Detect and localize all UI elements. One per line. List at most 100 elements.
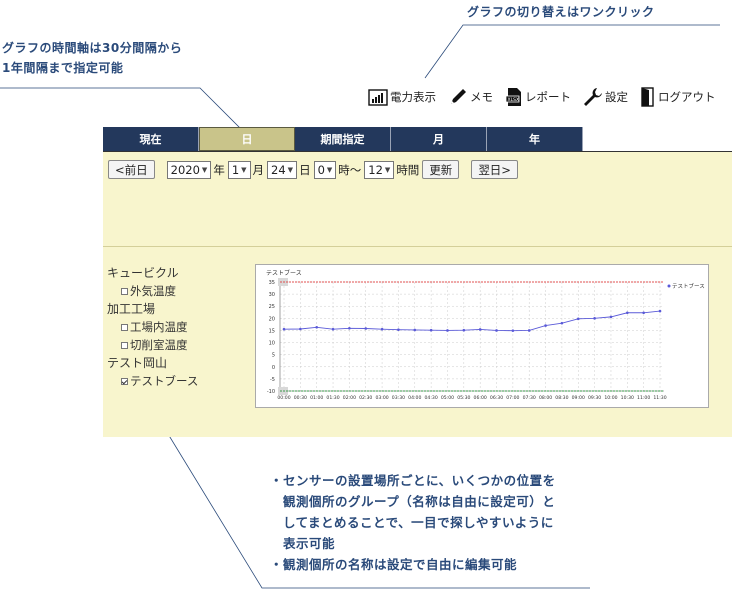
x-tick-label: 09:30 (588, 395, 601, 401)
data-point (462, 328, 466, 332)
y-tick-label: 35 (269, 280, 275, 286)
x-tick-label: 05:00 (441, 395, 454, 401)
data-point (478, 328, 482, 331)
settings-label: 設定 (605, 90, 628, 104)
sensor-label: テストブース (130, 374, 199, 388)
chevron-down-icon: ▼ (384, 165, 391, 174)
x-tick-label: 06:00 (474, 395, 487, 401)
data-point (527, 329, 531, 332)
door-icon (641, 87, 654, 107)
month-select[interactable]: 1 ▼ (227, 160, 251, 179)
x-tick-label: 03:30 (392, 395, 405, 401)
prev-day-button[interactable]: <前日 (108, 160, 155, 179)
y-tick-label: 30 (269, 292, 275, 298)
sensor-cutting-room-temp[interactable]: 切削室温度 (107, 336, 198, 354)
checkbox-icon[interactable] (121, 287, 128, 295)
year-unit-label: 年 (213, 162, 225, 177)
wrench-icon (584, 88, 602, 106)
x-tick-label: 11:00 (637, 395, 650, 401)
logout-label: ログアウト (658, 90, 716, 104)
x-tick-label: 02:00 (343, 395, 356, 401)
y-tick-label: 15 (269, 328, 275, 334)
callout-groups-line: ・観測個所の名称は設定で自由に編集可能 (270, 557, 518, 572)
data-point (315, 325, 318, 329)
callout-groups: ・センサーの設置場所ごとに、いくつかの位置を 観測個所のグループ（名称は自由に設… (270, 470, 556, 575)
hour-count-select[interactable]: 12 ▼ (364, 160, 395, 179)
chevron-down-icon: ▼ (326, 165, 333, 174)
settings-link[interactable]: 設定 (583, 87, 628, 107)
checkbox-checked-icon[interactable] (121, 377, 128, 385)
data-point (282, 327, 286, 331)
power-chart-icon (368, 89, 388, 106)
data-point (429, 328, 433, 332)
excel-report-icon: XLSX (505, 88, 521, 106)
year-value: 2020 (170, 162, 200, 177)
logout-link[interactable]: ログアウト (640, 87, 716, 107)
svg-text:XLSX: XLSX (508, 97, 520, 103)
x-tick-label: 09:00 (572, 395, 585, 401)
data-point (397, 328, 400, 332)
tab-year[interactable]: 年 (487, 127, 583, 151)
callout-time-axis-line2: 1年間隔まで指定可能 (2, 61, 124, 75)
start-hour-unit-label: 時～ (338, 162, 362, 177)
month-value: 1 (231, 162, 240, 177)
memo-label: メモ (470, 90, 493, 104)
data-point (593, 317, 596, 320)
x-tick-label: 00:30 (294, 395, 307, 401)
legend-label: テストブース (672, 282, 705, 290)
report-link[interactable]: XLSX レポート (505, 87, 571, 107)
group-test-okayama[interactable]: テスト岡山 (107, 354, 198, 372)
callout-groups-line: ・センサーの設置場所ごとに、いくつかの位置を (270, 473, 556, 488)
toolbar: 電力表示 メモ XLSX レポート 設定 ログアウト (368, 86, 716, 108)
x-tick-label: 04:30 (425, 395, 438, 401)
day-select[interactable]: 24 ▼ (267, 160, 298, 179)
x-tick-label: 02:30 (359, 395, 372, 401)
x-tick-label: 01:00 (310, 395, 323, 401)
sensor-factory-temp[interactable]: 工場内温度 (107, 318, 198, 336)
checkbox-icon[interactable] (121, 341, 128, 349)
start-hour-value: 0 (317, 162, 325, 177)
chevron-down-icon: ▼ (287, 165, 294, 174)
day-value: 24 (271, 162, 286, 177)
y-tick-label: 25 (269, 304, 275, 310)
monitor-app: 現在 日 期間指定 月 年 <前日 2020 ▼ 年 1 ▼ 月 24 ▼ 日 (103, 127, 732, 437)
leader-line-top (424, 24, 720, 79)
tab-current[interactable]: 現在 (103, 127, 199, 151)
data-point (560, 321, 564, 325)
x-tick-label: 11:30 (653, 395, 666, 401)
content-panel: <前日 2020 ▼ 年 1 ▼ 月 24 ▼ 日 0 ▼ 時～ 12 ▼ 時間… (103, 151, 732, 437)
report-label: レポート (525, 90, 571, 104)
sensor-outside-temp[interactable]: 外気温度 (107, 282, 198, 300)
data-point (642, 311, 645, 315)
legend-marker (667, 284, 671, 288)
tab-month[interactable]: 月 (391, 127, 487, 151)
year-select[interactable]: 2020 ▼ (166, 160, 212, 179)
start-hour-select[interactable]: 0 ▼ (313, 160, 337, 179)
series-line (283, 310, 661, 332)
chevron-down-icon: ▼ (201, 165, 208, 174)
date-controls: <前日 2020 ▼ 年 1 ▼ 月 24 ▼ 日 0 ▼ 時～ 12 ▼ 時間… (108, 160, 518, 179)
tab-period[interactable]: 期間指定 (295, 127, 391, 151)
x-tick-label: 10:30 (621, 395, 634, 401)
data-point (626, 311, 629, 315)
hour-count-unit-label: 時間 (396, 162, 420, 177)
checkbox-icon[interactable] (121, 323, 128, 331)
power-display-link[interactable]: 電力表示 (368, 88, 436, 106)
update-button[interactable]: 更新 (422, 160, 460, 179)
group-cubicle[interactable]: キュービクル (107, 264, 198, 282)
callout-time-axis: グラフの時間軸は30分間隔から 1年間隔まで指定可能 (2, 38, 182, 78)
y-tick-label: -10 (267, 389, 275, 395)
memo-link[interactable]: メモ (448, 87, 493, 107)
y-tick-label: 5 (272, 353, 275, 359)
tab-day[interactable]: 日 (199, 127, 295, 151)
temperature-chart: テストブース 35 30 25 20 15 10 5 0 -5 -10 00:00 00:30 01:00… (255, 264, 709, 408)
sensor-test-booth[interactable]: テストブース (107, 372, 198, 390)
day-unit-label: 日 (299, 162, 311, 177)
data-point (299, 327, 302, 331)
next-day-button[interactable]: 翌日> (471, 160, 518, 179)
period-tabs: 現在 日 期間指定 月 年 (103, 127, 583, 151)
group-factory[interactable]: 加工工場 (107, 300, 198, 318)
x-tick-label: 10:00 (604, 395, 617, 401)
x-tick-label: 07:30 (523, 395, 536, 401)
chart-svg: テストブース 35 30 25 20 15 10 5 0 -5 -1000:00 00:30 01:00… (266, 269, 705, 401)
